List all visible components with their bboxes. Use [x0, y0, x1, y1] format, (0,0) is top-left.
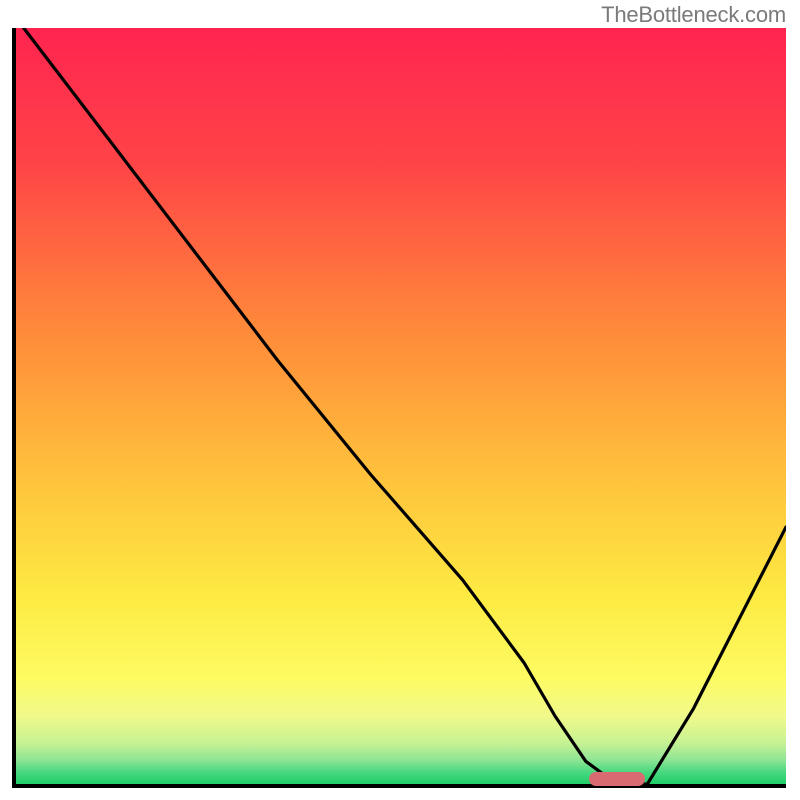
- attribution-watermark: TheBottleneck.com: [601, 2, 786, 28]
- bottleneck-curve: [16, 28, 786, 784]
- chart-root: TheBottleneck.com: [0, 0, 800, 800]
- optimal-range-marker: [589, 772, 645, 786]
- plot-area: [12, 28, 786, 788]
